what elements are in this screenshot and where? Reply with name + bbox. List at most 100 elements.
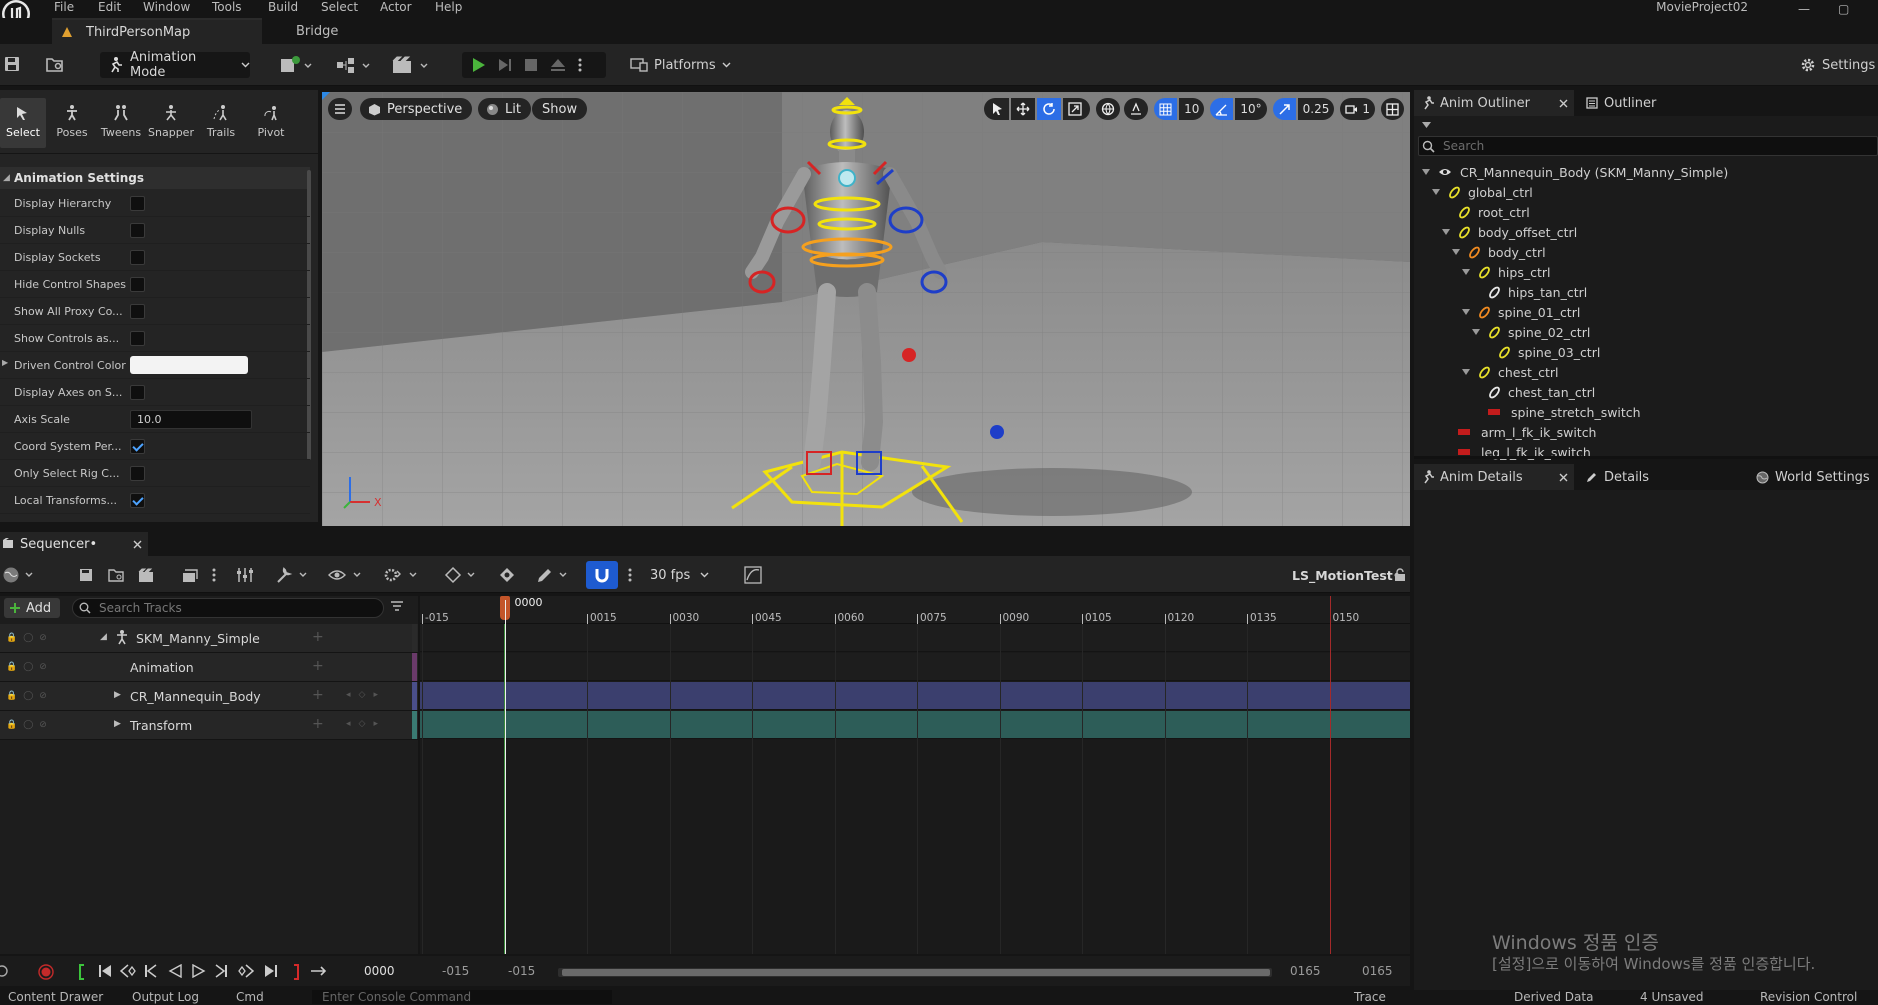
previous-key-icon[interactable] <box>120 964 136 978</box>
jump-to-end-icon[interactable] <box>264 964 278 978</box>
output-log-button[interactable]: Output Log <box>132 990 199 1004</box>
stop-icon[interactable] <box>524 58 538 72</box>
play-options-icon[interactable] <box>578 58 582 72</box>
filter-dropdown-icon[interactable] <box>1422 122 1431 128</box>
animation-settings-header[interactable]: ◢ Animation Settings <box>0 167 310 189</box>
tab-sequencer[interactable]: Sequencer• <box>0 532 148 556</box>
platforms-dropdown[interactable]: Platforms <box>630 52 740 78</box>
settings-gear-icon[interactable] <box>382 565 420 585</box>
playhead-line[interactable] <box>504 600 506 954</box>
timeline-scrollbar-thumb[interactable] <box>562 969 1270 976</box>
outliner-item[interactable]: chest_ctrl <box>1462 362 1559 382</box>
expand-arrow-icon[interactable] <box>1462 369 1470 375</box>
property-checkbox[interactable] <box>130 196 145 211</box>
property-checkbox[interactable] <box>130 331 145 346</box>
current-time-field[interactable]: 0000 <box>364 964 395 978</box>
rotation-snap-value[interactable]: 10° <box>1235 98 1267 120</box>
outliner-item[interactable]: spine_02_ctrl <box>1472 322 1590 342</box>
play-forward-icon[interactable] <box>192 964 206 978</box>
save-sequence-icon[interactable] <box>78 565 94 585</box>
visibility-eye-icon[interactable] <box>328 565 364 585</box>
expand-arrow-icon[interactable] <box>1472 329 1480 335</box>
property-checkbox[interactable] <box>130 277 145 292</box>
set-start-icon[interactable] <box>78 964 86 980</box>
expand-arrow-icon[interactable]: ▶ <box>2 358 8 367</box>
console-command-input[interactable]: Enter Console Command <box>312 990 612 1004</box>
track-lock-solo-mute-icon[interactable]: 🔒◯⊘ <box>6 720 53 730</box>
outliner-item[interactable]: CR_Mannequin_Body (SKM_Manny_Simple) <box>1422 162 1728 182</box>
revision-control-button[interactable]: Revision Control <box>1760 990 1857 1004</box>
menu-select[interactable]: Select <box>321 0 358 14</box>
advance-frame-icon[interactable] <box>498 57 512 73</box>
tab-third-person-map[interactable]: ThirdPersonMap <box>52 18 262 44</box>
outliner-item[interactable]: spine_01_ctrl <box>1462 302 1580 322</box>
expand-arrow-icon[interactable] <box>1442 229 1450 235</box>
edit-mode-icon[interactable] <box>536 565 572 585</box>
scale-snap-value[interactable]: 0.25 <box>1297 98 1335 120</box>
track-lock-solo-mute-icon[interactable]: 🔒◯⊘ <box>6 662 53 672</box>
snap-magnet-icon[interactable] <box>586 561 618 589</box>
outliner-item[interactable]: leg_l_fk_ik_switch <box>1442 442 1591 462</box>
render-movie-icon[interactable] <box>138 565 156 585</box>
track-row[interactable]: 🔒◯⊘ Animation + <box>0 653 418 682</box>
perspective-button[interactable]: Perspective <box>360 98 473 120</box>
next-key-icon[interactable] <box>238 964 254 978</box>
working-range-end[interactable]: 0165 <box>1290 964 1321 978</box>
property-checkbox[interactable] <box>130 493 145 508</box>
outliner-item[interactable]: spine_03_ctrl <box>1482 342 1600 362</box>
surface-snap-icon[interactable] <box>1124 98 1149 120</box>
track-lane[interactable] <box>420 653 1410 681</box>
menu-actor[interactable]: Actor <box>380 0 412 14</box>
track-lock-solo-mute-icon[interactable]: 🔒◯⊘ <box>6 691 53 701</box>
world-space-icon[interactable] <box>1096 98 1121 120</box>
outliner-item[interactable]: body_ctrl <box>1452 242 1546 262</box>
step-back-icon[interactable] <box>144 964 158 978</box>
working-range-start[interactable]: -015 <box>508 964 535 978</box>
outliner-item[interactable]: hips_tan_ctrl <box>1472 282 1587 302</box>
eject-icon[interactable] <box>550 58 566 72</box>
menu-file[interactable]: File <box>54 0 74 14</box>
property-checkbox[interactable] <box>130 250 145 265</box>
more-options-icon[interactable] <box>212 565 216 585</box>
loop-mode-icon[interactable] <box>310 964 328 978</box>
track-lock-solo-mute-icon[interactable]: 🔒◯⊘ <box>6 633 53 643</box>
close-icon[interactable] <box>1559 473 1568 482</box>
add-subtrack-icon[interactable]: + <box>312 658 324 674</box>
add-subtrack-icon[interactable]: + <box>312 629 324 645</box>
curve-editor-icon[interactable] <box>744 565 762 585</box>
rotation-snap-icon[interactable] <box>1210 98 1234 120</box>
mode-dropdown[interactable]: Animation Mode <box>100 50 250 80</box>
key-navigation-icon[interactable]: ◂◇▸ <box>346 690 386 700</box>
menu-edit[interactable]: Edit <box>98 0 121 14</box>
camera-speed-button[interactable]: 1 <box>1340 98 1375 120</box>
outliner-item[interactable]: body_offset_ctrl <box>1442 222 1577 242</box>
outliner-item[interactable]: spine_stretch_switch <box>1472 402 1641 422</box>
menu-window[interactable]: Window <box>143 0 190 14</box>
track-lane[interactable] <box>420 624 1410 652</box>
outliner-item[interactable]: arm_l_fk_ik_switch <box>1442 422 1597 442</box>
menu-build[interactable]: Build <box>268 0 298 14</box>
lit-button[interactable]: Lit <box>478 98 531 120</box>
menu-tools[interactable]: Tools <box>212 0 242 14</box>
level-viewport[interactable]: X Perspective Lit Show 10 10° 0.25 1 <box>322 92 1410 526</box>
filter-icon[interactable] <box>390 601 404 613</box>
property-checkbox[interactable] <box>130 223 145 238</box>
mode-tab-pivot[interactable]: Pivot <box>248 98 294 148</box>
property-checkbox[interactable] <box>130 466 145 481</box>
key-navigation-icon[interactable]: ◂◇▸ <box>346 719 386 729</box>
trace-button[interactable]: Trace <box>1354 990 1386 1004</box>
set-end-icon[interactable] <box>292 964 300 980</box>
viewport-options-button[interactable] <box>328 98 352 120</box>
play-reverse-icon[interactable] <box>168 964 182 978</box>
add-subtrack-icon[interactable]: + <box>312 716 324 732</box>
sequencer-timeline[interactable]: -015 0015 0030 0045 0060 0075 0090 0105 0120 0135… <box>420 596 1410 954</box>
expand-arrow-icon[interactable] <box>1422 169 1430 175</box>
view-range-end[interactable]: 0165 <box>1362 964 1393 978</box>
time-ruler[interactable]: -015 0015 0030 0045 0060 0075 0090 0105 0120 0135… <box>420 596 1410 624</box>
tab-bridge[interactable]: Bridge <box>296 18 338 44</box>
expand-arrow-icon[interactable] <box>1462 309 1470 315</box>
outliner-item[interactable]: global_ctrl <box>1432 182 1533 202</box>
outliner-item[interactable]: hips_ctrl <box>1462 262 1550 282</box>
auto-key-icon[interactable] <box>498 565 516 585</box>
property-checkbox[interactable] <box>130 304 145 319</box>
